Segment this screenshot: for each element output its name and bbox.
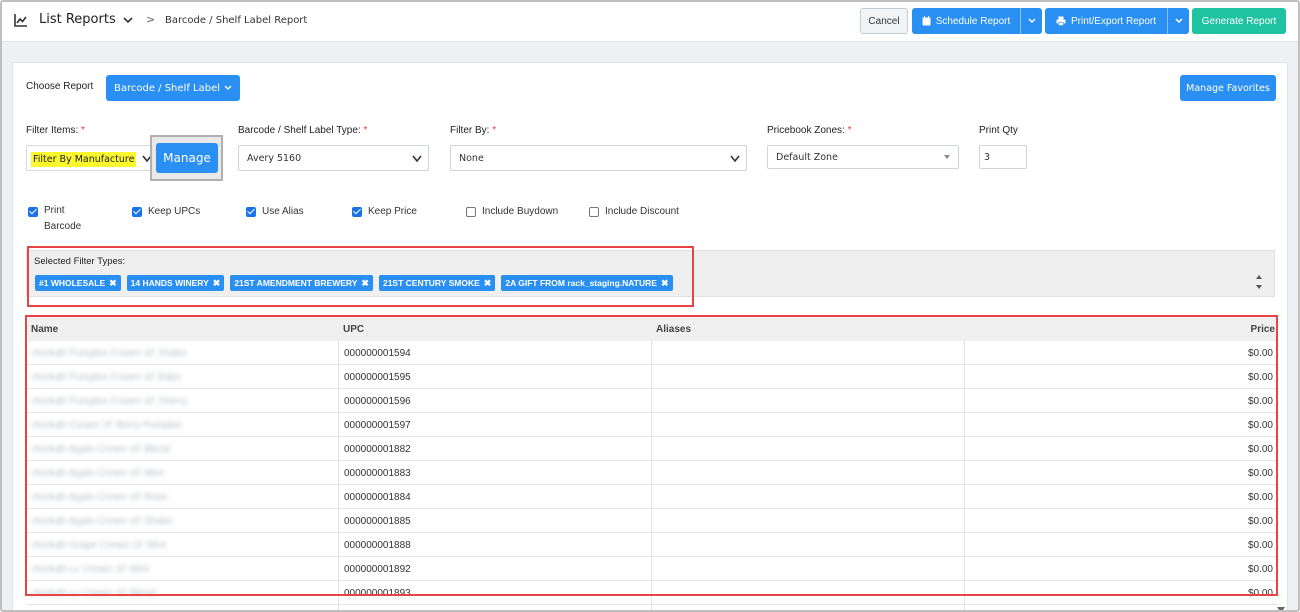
chevron-down-icon [1027,18,1036,24]
keep-price-checkbox[interactable]: Keep Price [352,206,417,217]
checkbox-checked-icon[interactable] [132,207,142,217]
pricebook-zones-value: Default Zone [776,152,838,163]
label-type-label: Barcode / Shelf Label Type: * [238,125,367,136]
manage-button-label: Manage [163,151,211,165]
chevron-down-icon [412,155,422,163]
checkbox-unchecked-icon[interactable] [466,207,476,217]
checkbox-checked-icon[interactable] [246,207,256,217]
manage-button[interactable]: Manage [156,143,218,173]
cell-alias [651,605,964,610]
chevron-down-icon [1174,18,1183,24]
table-row[interactable]: Hookah Lc Cream 1F Rose000000001895 $0.00 [28,605,1278,610]
filter-by-select[interactable]: None [450,145,747,171]
panel-scroll-arrows-icon[interactable] [1254,272,1264,292]
manage-favorites-button[interactable]: Manage Favorites [1180,75,1276,101]
keep-upcs-checkbox[interactable]: Keep UPCs [132,206,200,217]
scroll-down-arrow-icon[interactable] [1276,606,1286,612]
filter-items-label: Filter Items: * [26,125,85,136]
filter-items-value: Filter By Manufacture [31,152,137,167]
checkbox-unchecked-icon[interactable] [589,207,599,217]
manage-favorites-label: Manage Favorites [1186,82,1270,94]
breadcrumb: Barcode / Shelf Label Report [165,15,308,26]
chevron-down-icon [224,85,232,90]
chevron-down-icon [730,155,740,163]
report-card: Choose Report Barcode / Shelf Label Mana… [12,62,1288,612]
selected-report-label: Barcode / Shelf Label [113,82,220,94]
printer-icon [1056,16,1066,26]
include-discount-label: Include Discount [605,206,679,217]
label-type-value: Avery 5160 [247,153,302,164]
filter-by-label: Filter By: * [450,125,496,136]
filter-items-select[interactable]: Filter By Manufacture [26,145,152,171]
include-discount-checkbox[interactable]: Include Discount [589,206,679,217]
required-mark: * [492,125,497,136]
filter-by-label-text: Filter By: [450,125,490,136]
print-qty-value: 3 [984,152,991,163]
top-bar: List Reports > Barcode / Shelf Label Rep… [2,2,1298,42]
cell-price: $0.00 [964,605,1275,610]
print-barcode-checkbox[interactable]: Print Barcode [28,205,84,235]
pricebook-zones-label: Pricebook Zones: * [767,125,852,136]
generate-report-label: Generate Report [1201,15,1277,27]
cancel-button-label: Cancel [868,15,900,27]
breadcrumb-separator: > [146,13,156,26]
checkbox-checked-icon[interactable] [28,207,38,217]
checkbox-checked-icon[interactable] [352,207,362,217]
generate-report-button[interactable]: Generate Report [1192,8,1286,34]
label-type-select[interactable]: Avery 5160 [238,145,429,171]
choose-report-label: Choose Report [26,81,94,92]
print-qty-label: Print Qty [979,125,1018,136]
keep-price-label: Keep Price [368,206,417,217]
required-mark: * [847,125,852,136]
choose-report-dropdown[interactable]: Barcode / Shelf Label [106,75,240,101]
keep-upcs-label: Keep UPCs [148,206,201,217]
cancel-button[interactable]: Cancel [860,8,908,34]
page-title[interactable]: List Reports [39,12,116,27]
pricebook-zones-select[interactable]: Default Zone [767,145,959,169]
include-buydown-checkbox[interactable]: Include Buydown [466,206,558,217]
print-dropdown-toggle[interactable] [1167,8,1189,34]
print-export-label: Print/Export Report [1070,15,1157,27]
chevron-down-icon[interactable] [123,15,133,25]
filter-by-value: None [459,153,484,164]
use-alias-label: Use Alias [262,206,304,217]
print-export-button[interactable]: Print/Export Report [1045,8,1189,34]
app-window: List Reports > Barcode / Shelf Label Rep… [0,0,1300,612]
line-chart-icon [14,14,27,27]
calendar-icon [922,16,931,26]
schedule-report-label: Schedule Report [935,15,1011,27]
annotation-highlight-box [25,315,1278,596]
print-barcode-label: Print Barcode [44,205,82,232]
schedule-dropdown-toggle[interactable] [1020,8,1042,34]
pricebook-zones-label-text: Pricebook Zones: [767,125,845,136]
include-buydown-label: Include Buydown [482,206,559,217]
dropdown-triangle-icon [944,155,950,159]
label-type-label-text: Barcode / Shelf Label Type: [238,125,361,136]
cell-name: Hookah Lc Cream 1F Rose [28,605,338,610]
required-mark: * [81,125,85,136]
print-qty-input[interactable]: 3 [979,145,1027,169]
filter-items-label-text: Filter Items: [26,125,79,136]
required-mark: * [363,125,368,136]
cell-upc: 000000001895 [338,605,651,610]
annotation-highlight-box [27,246,694,307]
schedule-report-button[interactable]: Schedule Report [912,8,1042,34]
use-alias-checkbox[interactable]: Use Alias [246,206,304,217]
